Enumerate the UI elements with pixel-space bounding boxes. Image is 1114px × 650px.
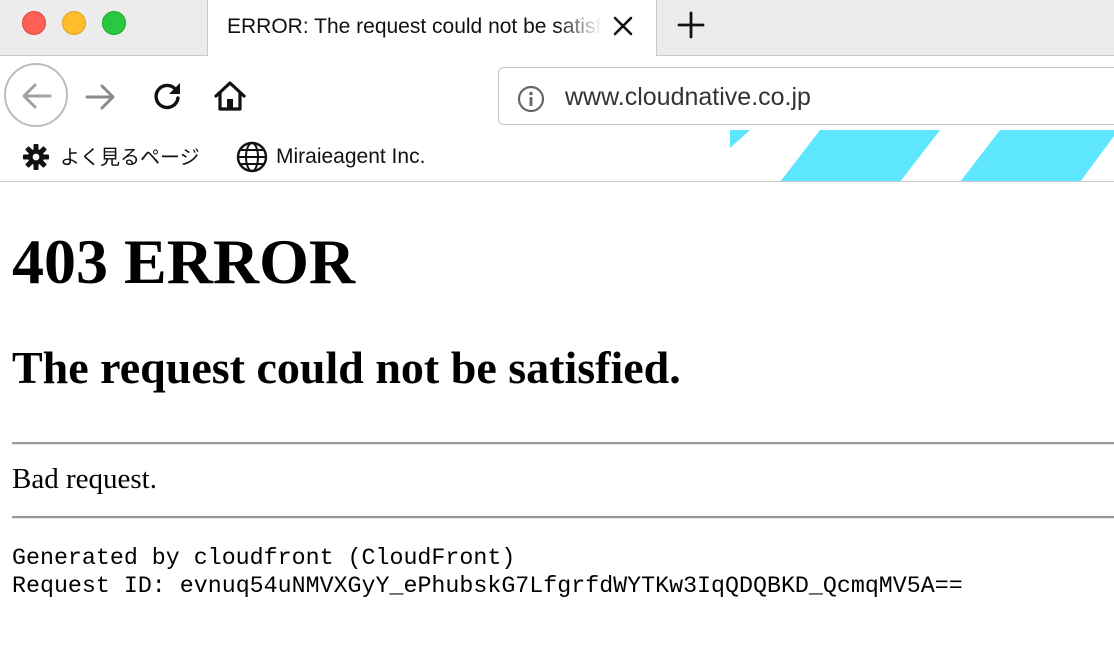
divider <box>12 516 1114 519</box>
info-icon[interactable] <box>517 85 545 113</box>
window-close-button[interactable] <box>22 11 46 35</box>
home-icon <box>214 81 246 111</box>
bookmark-label: Miraieagent Inc. <box>276 145 426 168</box>
error-details: Generated by cloudfront (CloudFront) Req… <box>12 544 963 600</box>
tab-title: ERROR: The request could not be satisfie… <box>227 15 602 38</box>
request-id-value: evnuq54uNMVXGyY_ePhubskG7LfgrfdWYTKw3IqQ… <box>179 573 963 599</box>
arrow-right-icon <box>85 84 115 110</box>
page-subtitle: The request could not be satisfied. <box>12 342 681 393</box>
gear-icon <box>23 144 49 170</box>
navigation-toolbar: www.cloudnative.co.jp よく見るページ Miraieagen… <box>0 56 1114 182</box>
forward-button[interactable] <box>84 80 118 119</box>
page-title: 403 ERROR <box>12 226 356 297</box>
tab-active[interactable]: ERROR: The request could not be satisfie… <box>207 0 657 57</box>
divider <box>12 442 1114 445</box>
bookmark-miraieagent[interactable]: Miraieagent Inc. <box>236 141 426 173</box>
generated-by-text: Generated by cloudfront (CloudFront) <box>12 545 516 571</box>
bookmark-most-visited[interactable]: よく見るページ <box>22 143 200 171</box>
close-icon[interactable] <box>611 14 635 38</box>
request-id-label: Request ID: <box>12 573 166 599</box>
window-maximize-button[interactable] <box>102 11 126 35</box>
bookmark-label: よく見るページ <box>60 145 200 169</box>
back-button[interactable] <box>4 63 68 127</box>
globe-icon <box>236 141 268 173</box>
address-bar[interactable]: www.cloudnative.co.jp <box>498 67 1114 125</box>
url-text[interactable]: www.cloudnative.co.jp <box>565 82 811 112</box>
plus-icon[interactable] <box>676 10 706 40</box>
reload-button[interactable] <box>150 79 184 118</box>
reload-icon <box>154 83 180 110</box>
arrow-left-icon <box>22 83 52 109</box>
error-message: Bad request. <box>12 463 157 495</box>
tab-bar: ERROR: The request could not be satisfie… <box>0 0 1114 57</box>
home-button[interactable] <box>212 78 248 119</box>
window-minimize-button[interactable] <box>62 11 86 35</box>
